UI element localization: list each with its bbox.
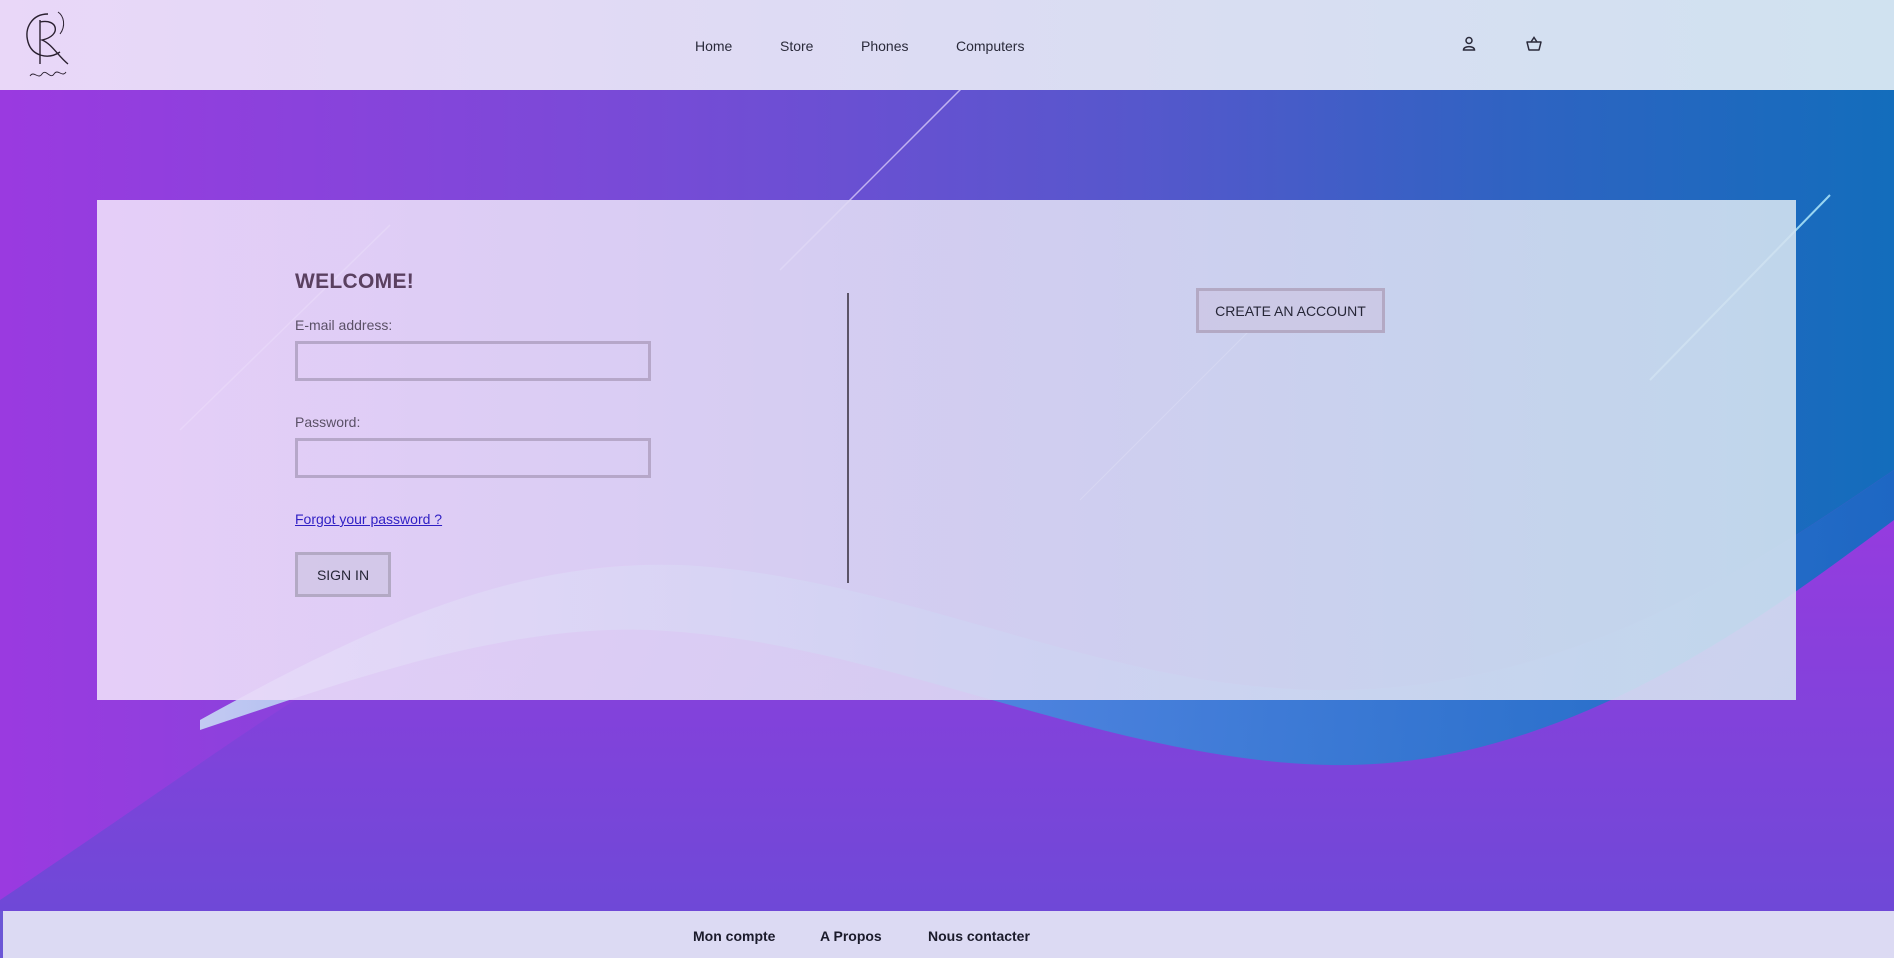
forgot-password-link[interactable]: Forgot your password ? xyxy=(295,511,442,527)
nav-phones-link[interactable]: Phones xyxy=(861,38,908,54)
auth-card: WELCOME! E-mail address: Password: Forgo… xyxy=(97,200,1796,700)
email-label: E-mail address: xyxy=(295,317,393,333)
basket-icon[interactable] xyxy=(1525,35,1543,53)
sign-in-button[interactable]: SIGN IN xyxy=(295,552,391,597)
main-nav: Home Store Phones Computers xyxy=(0,38,1894,58)
vertical-divider xyxy=(847,293,849,583)
welcome-heading: WELCOME! xyxy=(295,270,415,293)
footer-about-link[interactable]: A Propos xyxy=(820,928,882,944)
nav-computers-link[interactable]: Computers xyxy=(956,38,1024,54)
top-nav-bar: Home Store Phones Computers xyxy=(0,0,1894,90)
nav-store-link[interactable]: Store xyxy=(780,38,813,54)
nav-home-link[interactable]: Home xyxy=(695,38,732,54)
user-icon[interactable] xyxy=(1460,35,1478,53)
footer-bar: Mon compte A Propos Nous contacter xyxy=(0,911,1894,958)
footer-my-account-link[interactable]: Mon compte xyxy=(693,928,775,944)
password-field[interactable] xyxy=(295,438,651,478)
password-label: Password: xyxy=(295,414,361,430)
email-field[interactable] xyxy=(295,341,651,381)
footer-contact-link[interactable]: Nous contacter xyxy=(928,928,1030,944)
create-account-button[interactable]: CREATE AN ACCOUNT xyxy=(1196,288,1385,333)
